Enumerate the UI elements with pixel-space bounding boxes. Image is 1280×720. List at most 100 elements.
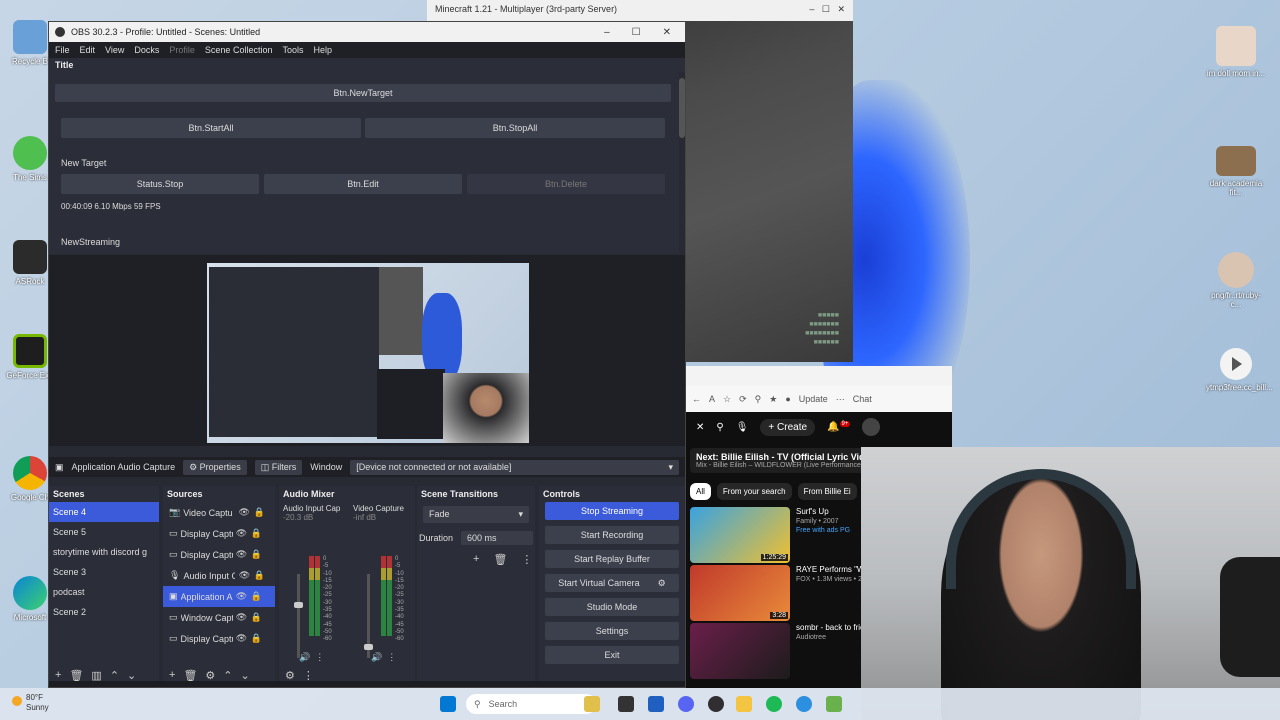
- visibility-icon[interactable]: 👁: [236, 549, 248, 560]
- lock-icon[interactable]: 🔒: [253, 570, 265, 581]
- weather-widget[interactable]: 80°F Sunny: [26, 693, 49, 713]
- visibility-icon[interactable]: 👁: [236, 633, 248, 644]
- start-icon[interactable]: [440, 696, 456, 712]
- lock-icon[interactable]: 🔒: [251, 612, 263, 623]
- source-item[interactable]: 📷 Video Captu 👁 🔒: [163, 502, 275, 523]
- speaker-icon[interactable]: 🔊: [299, 652, 310, 662]
- menu-scene-collection[interactable]: Scene Collection: [205, 45, 273, 55]
- desktop-file-4[interactable]: ytmp3free.cc_bill...: [1206, 348, 1273, 392]
- minecraft-taskbar-icon[interactable]: [826, 696, 842, 712]
- start-all-button[interactable]: Btn.StartAll: [61, 118, 361, 138]
- filter-icon[interactable]: ▥: [91, 669, 101, 682]
- menu-docks[interactable]: Docks: [134, 45, 159, 55]
- mic-icon[interactable]: 🎙: [736, 422, 749, 433]
- discord-icon[interactable]: [678, 696, 694, 712]
- start-recording-button[interactable]: Start Recording: [545, 526, 679, 544]
- read-aloud-icon[interactable]: A: [709, 394, 715, 404]
- visibility-icon[interactable]: 👁: [238, 507, 250, 518]
- lock-icon[interactable]: 🔒: [251, 591, 263, 602]
- menu-tools[interactable]: Tools: [282, 45, 303, 55]
- source-item[interactable]: ▭ Display Captu 👁 🔒: [163, 523, 275, 544]
- stop-all-button[interactable]: Btn.StopAll: [365, 118, 665, 138]
- more-icon[interactable]: ⋮: [315, 652, 324, 662]
- more-icon[interactable]: ⋮: [303, 669, 314, 682]
- more-icon[interactable]: ⋮: [387, 652, 396, 662]
- lock-icon[interactable]: 🔒: [251, 633, 263, 644]
- file-explorer-icon[interactable]: [736, 696, 752, 712]
- delete-button[interactable]: Btn.Delete: [467, 174, 665, 194]
- menu-profile[interactable]: Profile: [169, 45, 195, 55]
- profile-icon[interactable]: ●: [785, 394, 790, 404]
- scene-item[interactable]: Scene 3: [49, 562, 159, 582]
- move-down-icon[interactable]: ⌄: [241, 669, 250, 682]
- video-thumbnail[interactable]: [690, 623, 790, 679]
- properties-button[interactable]: ⚙ Properties: [183, 459, 247, 475]
- menu-view[interactable]: View: [105, 45, 124, 55]
- refresh-icon[interactable]: ⟳: [739, 394, 747, 405]
- close-icon[interactable]: ✕: [696, 422, 704, 433]
- visibility-icon[interactable]: 👁: [236, 591, 248, 602]
- chip-all[interactable]: All: [690, 483, 711, 500]
- start-virtual-camera-button[interactable]: Start Virtual Camera ⚙: [545, 574, 679, 592]
- source-item[interactable]: ▭ Display Captu 👁 🔒: [163, 628, 275, 649]
- duration-input[interactable]: 600 ms: [461, 531, 533, 545]
- taskbar-search[interactable]: ⚲ Search: [466, 694, 596, 714]
- browser-titlebar[interactable]: [686, 366, 952, 386]
- create-button[interactable]: + Create: [760, 418, 816, 436]
- notifications-icon[interactable]: 🔔 9+: [827, 421, 851, 433]
- search-icon[interactable]: ⚲: [716, 422, 723, 433]
- stop-streaming-button[interactable]: Stop Streaming: [545, 502, 679, 520]
- fader-knob[interactable]: [364, 644, 373, 650]
- volume-fader[interactable]: [294, 574, 303, 658]
- widgets-icon[interactable]: [584, 696, 600, 712]
- lock-icon[interactable]: 🔒: [251, 549, 263, 560]
- move-down-icon[interactable]: ⌄: [127, 669, 136, 682]
- store-icon[interactable]: [648, 696, 664, 712]
- volume-fader[interactable]: [364, 574, 373, 658]
- speaker-icon[interactable]: 🔊: [371, 652, 382, 662]
- source-item[interactable]: 🎙 Audio Input C 👁 🔒: [163, 565, 275, 586]
- add-icon[interactable]: +: [55, 669, 61, 681]
- fader-knob[interactable]: [294, 602, 303, 608]
- back-icon[interactable]: ←: [692, 394, 701, 404]
- desktop-file-1[interactable]: im doll mom in...: [1206, 26, 1266, 78]
- scene-item[interactable]: storytime with discord g: [49, 542, 159, 562]
- edge-taskbar-icon[interactable]: [796, 696, 812, 712]
- filters-button[interactable]: ◫ Filters: [254, 459, 303, 475]
- desktop-file-2[interactable]: dark academia fit...: [1206, 146, 1266, 197]
- dock-scrollbar[interactable]: [679, 78, 685, 138]
- lock-icon[interactable]: 🔒: [251, 528, 263, 539]
- lock-icon[interactable]: 🔒: [253, 507, 265, 518]
- favorites-bar-icon[interactable]: ★: [769, 394, 777, 405]
- obs-window[interactable]: OBS 30.2.3 - Profile: Untitled - Scenes:…: [48, 21, 686, 688]
- add-icon[interactable]: +: [473, 553, 479, 566]
- extensions-icon[interactable]: ⚲: [755, 394, 762, 405]
- preview-canvas[interactable]: [207, 263, 529, 443]
- obs-taskbar-icon[interactable]: [708, 696, 724, 712]
- minimize-icon[interactable]: –: [604, 27, 610, 38]
- visibility-icon[interactable]: 👁: [238, 570, 250, 581]
- transition-select[interactable]: Fade ▾: [423, 506, 529, 523]
- copilot-chat-button[interactable]: Chat: [853, 394, 872, 404]
- source-item[interactable]: ▭ Window Capt 👁 🔒: [163, 607, 275, 628]
- close-icon[interactable]: ✕: [663, 27, 671, 38]
- scene-item[interactable]: Scene 2: [49, 602, 159, 622]
- move-up-icon[interactable]: ⌃: [110, 669, 119, 682]
- trash-icon[interactable]: 🗑: [493, 553, 507, 566]
- chip-from-search[interactable]: From your search: [716, 483, 792, 500]
- window-controls[interactable]: – ☐ ✕: [604, 27, 679, 38]
- scene-item[interactable]: Scene 4: [49, 502, 159, 522]
- status-stop-button[interactable]: Status.Stop: [61, 174, 259, 194]
- task-view-icon[interactable]: [618, 696, 634, 712]
- start-replay-buffer-button[interactable]: Start Replay Buffer: [545, 550, 679, 568]
- visibility-icon[interactable]: 👁: [236, 612, 248, 623]
- add-icon[interactable]: +: [169, 669, 175, 681]
- spotify-icon[interactable]: [766, 696, 782, 712]
- more-icon[interactable]: ⋯: [836, 394, 845, 405]
- source-item[interactable]: ▭ Display Captu 👁 🔒: [163, 544, 275, 565]
- desktop-file-3[interactable]: png/fr..rt/ruby-c...: [1206, 252, 1266, 309]
- move-up-icon[interactable]: ⌃: [223, 669, 232, 682]
- menu-file[interactable]: File: [55, 45, 70, 55]
- new-target-button[interactable]: Btn.NewTarget: [55, 84, 671, 102]
- trash-icon[interactable]: 🗑: [69, 669, 83, 682]
